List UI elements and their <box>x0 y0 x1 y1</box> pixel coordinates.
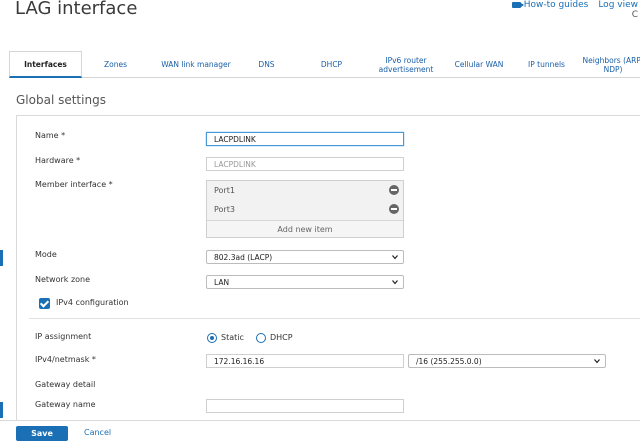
gateway-detail-label: Gateway detail <box>35 380 96 389</box>
hardware-input: LACPDLINK <box>206 157 404 171</box>
static-radio-label: Static <box>221 333 244 342</box>
tab-ipv6-router-advertisement[interactable]: IPv6 router advertisement <box>369 51 443 78</box>
netmask-select-value: /16 (255.255.0.0) <box>416 356 482 366</box>
member-item: Port3 <box>207 200 403 218</box>
mode-select[interactable]: 802.3ad (LACP) <box>206 250 404 264</box>
ipv4-address-input[interactable]: 172.16.16.16 <box>206 354 404 368</box>
gateway-name-input[interactable] <box>206 399 404 413</box>
tab-dhcp[interactable]: DHCP <box>309 51 354 78</box>
static-radio[interactable] <box>207 333 217 343</box>
tab-wan-link-manager[interactable]: WAN link manager <box>151 51 241 78</box>
tab-interfaces[interactable]: Interfaces <box>9 51 82 78</box>
member-interface-list: Port1 Port3 Add new item <box>206 180 404 238</box>
remove-icon[interactable] <box>389 204 399 214</box>
left-edge-marker <box>0 250 3 266</box>
video-camera-icon <box>511 2 524 8</box>
network-zone-select-value: LAN <box>214 277 230 287</box>
ipv4-netmask-label: IPv4/netmask * <box>35 355 96 364</box>
tab-zones[interactable]: Zones <box>93 51 138 78</box>
chevron-down-icon <box>392 280 398 285</box>
ip-assignment-label: IP assignment <box>35 332 92 341</box>
section-title: Global settings <box>16 93 106 107</box>
tab-ip-tunnels[interactable]: IP tunnels <box>514 51 579 78</box>
netmask-select[interactable]: /16 (255.255.0.0) <box>408 354 606 368</box>
add-new-item-button[interactable]: Add new item <box>207 220 403 237</box>
tab-cellular-wan[interactable]: Cellular WAN <box>443 51 515 78</box>
top-links: How-to guides Log view <box>511 0 638 10</box>
page-title: LAG interface <box>15 0 138 19</box>
cancel-button[interactable]: Cancel <box>84 428 111 437</box>
divider <box>29 318 640 319</box>
mode-label: Mode <box>35 250 57 259</box>
chevron-down-icon <box>594 359 600 364</box>
log-viewer-link[interactable]: Log view <box>598 0 638 10</box>
member-item-label: Port3 <box>214 204 235 214</box>
dhcp-radio[interactable] <box>256 333 266 343</box>
chevron-down-icon <box>392 255 398 260</box>
tab-bar: Interfaces Zones WAN link manager DNS DH… <box>9 51 640 78</box>
tab-neighbors[interactable]: Neighbors (ARP-NDP) <box>581 51 640 78</box>
ipv4-configuration-label: IPv4 configuration <box>56 298 129 307</box>
remove-icon[interactable] <box>389 185 399 195</box>
gateway-name-label: Gateway name <box>35 400 96 409</box>
name-input[interactable]: LACPDLINK <box>206 132 404 146</box>
network-zone-label: Network zone <box>35 275 91 284</box>
hardware-label: Hardware * <box>35 156 81 165</box>
member-item-label: Port1 <box>214 185 235 195</box>
how-to-guides-link[interactable]: How-to guides <box>511 0 589 10</box>
member-item: Port1 <box>207 181 403 199</box>
mode-select-value: 802.3ad (LACP) <box>214 252 273 262</box>
left-edge-marker-lower <box>0 402 3 418</box>
network-zone-select[interactable]: LAN <box>206 275 404 289</box>
ipv4-configuration-checkbox[interactable] <box>39 298 50 309</box>
dhcp-radio-label: DHCP <box>270 333 293 342</box>
save-button[interactable]: Save <box>16 426 68 441</box>
tab-dns[interactable]: DNS <box>244 51 289 78</box>
how-to-guides-label: How-to guides <box>523 0 589 10</box>
member-interface-label: Member interface * <box>35 180 113 189</box>
top-sub-link[interactable]: C <box>632 10 638 20</box>
name-label: Name * <box>35 131 66 140</box>
